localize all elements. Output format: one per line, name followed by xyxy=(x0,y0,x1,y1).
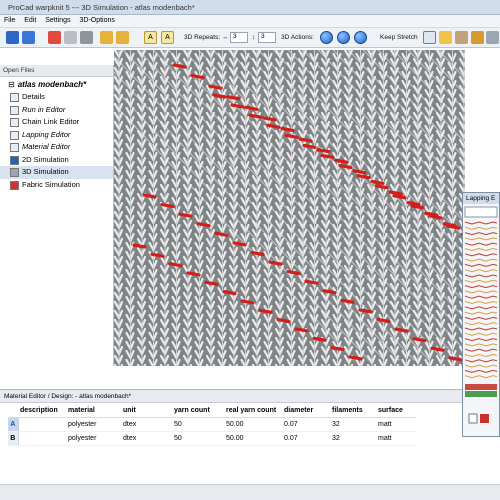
2d-simulation-icon xyxy=(10,155,19,165)
cell-surface[interactable]: matt xyxy=(376,431,416,446)
cell-material[interactable]: polyester xyxy=(66,417,121,432)
settings-icon[interactable] xyxy=(471,31,484,44)
row-id[interactable]: B xyxy=(8,431,19,446)
col-diameter[interactable]: diameter xyxy=(282,404,330,418)
material-table: description material unit yarn count rea… xyxy=(8,404,416,446)
cell-surface[interactable]: matt xyxy=(376,417,416,432)
tree-item-fabric-simulation[interactable]: Fabric Simulation xyxy=(0,179,113,192)
lapping-preview xyxy=(464,206,498,424)
actions-label: 3D Actions: xyxy=(281,34,314,41)
status-bar xyxy=(0,484,500,500)
col-yarn-count[interactable]: yarn count xyxy=(172,404,224,418)
open-files-header: Open Files xyxy=(0,65,113,77)
tree-item-2d-simulation[interactable]: 2D Simulation xyxy=(0,154,113,167)
col-unit[interactable]: unit xyxy=(121,404,172,418)
tree-root-file[interactable]: ⊟ atlas modenbach* xyxy=(0,77,113,91)
repeat-y-arrow-icon: ↕ xyxy=(252,34,256,41)
collapse-icon[interactable]: ⊟ xyxy=(8,80,15,89)
tree-item-chain-link-editor[interactable]: Chain Link Editor xyxy=(0,116,113,129)
menu-3d-options[interactable]: 3D-Options xyxy=(80,17,115,24)
repeat-y-input[interactable]: 3 xyxy=(258,32,276,43)
tree-item-lapping-editor[interactable]: Lapping Editor xyxy=(0,129,113,142)
cell-description[interactable] xyxy=(18,417,66,432)
material-editor-panel: Material Editor / Design: - atlas modenb… xyxy=(0,389,462,483)
export-icon[interactable] xyxy=(486,31,499,44)
repeat-x-input[interactable]: 3 xyxy=(230,32,248,43)
cell-unit[interactable]: dtex xyxy=(121,431,172,446)
cell-filaments[interactable]: 32 xyxy=(330,417,376,432)
tree-item-label: Lapping Editor xyxy=(22,129,71,139)
cell-real-yarn-count[interactable]: 50.00 xyxy=(224,431,282,446)
repeats-label: 3D Repeats: xyxy=(184,34,221,41)
save-icon[interactable] xyxy=(22,31,35,44)
details-icon xyxy=(10,93,19,102)
cell-filaments[interactable]: 32 xyxy=(330,431,376,446)
tree-item-label: Chain Link Editor xyxy=(22,117,80,126)
redo-icon[interactable] xyxy=(116,31,129,44)
tree-item-run-in-editor[interactable]: Run in Editor xyxy=(0,104,113,117)
cell-real-yarn-count[interactable]: 50.00 xyxy=(224,417,282,432)
material-editor-icon xyxy=(10,143,19,152)
3d-simulation-viewport[interactable] xyxy=(114,50,465,366)
lapping-editor-icon xyxy=(10,130,19,140)
open-files-panel: Open Files ⊟ atlas modenbach* Details Run… xyxy=(0,65,114,366)
tree-item-label: Material Editor xyxy=(22,142,71,151)
menu-edit[interactable]: Edit xyxy=(24,17,36,24)
table-row[interactable]: A polyester dtex 50 50.00 0.07 32 matt xyxy=(8,417,416,432)
fabric-simulation-icon xyxy=(10,180,19,190)
zoom-out-icon[interactable]: A xyxy=(161,31,174,44)
col-surface[interactable]: surface xyxy=(376,404,416,418)
menu-file[interactable]: File xyxy=(4,17,15,24)
action-rotate-icon[interactable] xyxy=(337,31,350,44)
table-row[interactable]: B polyester dtex 50 50.00 0.07 32 matt xyxy=(8,431,416,446)
run-in-editor-icon xyxy=(10,105,19,115)
close-file-icon[interactable] xyxy=(48,31,61,44)
chain-link-icon xyxy=(10,118,19,127)
action-reset-icon[interactable] xyxy=(354,31,367,44)
tree-item-label: Fabric Simulation xyxy=(22,179,80,189)
keep-stretch-label: Keep Stretch xyxy=(380,34,418,41)
tree-item-label: 2D Simulation xyxy=(22,154,69,164)
cell-diameter[interactable]: 0.07 xyxy=(282,417,330,432)
undo-icon[interactable] xyxy=(100,31,113,44)
knitted-fabric-render xyxy=(114,50,465,366)
toolbar: A A 3D Repeats: ↔ 3 ↕ 3 3D Actions: Keep… xyxy=(0,28,500,48)
print-icon[interactable] xyxy=(80,31,93,44)
tree-root-label: atlas modenbach* xyxy=(17,80,87,89)
menu-bar: File Edit Settings 3D-Options xyxy=(0,15,500,28)
lapping-editor-window[interactable]: Lapping E xyxy=(462,192,500,437)
tree-item-details[interactable]: Details xyxy=(0,91,113,104)
row-header-corner xyxy=(8,404,18,418)
cell-description[interactable] xyxy=(18,431,66,446)
col-description[interactable]: description xyxy=(18,404,66,418)
tree-item-label: 3D Simulation xyxy=(22,167,69,176)
tree-item-3d-simulation[interactable]: 3D Simulation xyxy=(0,166,113,179)
tree-item-label: Details xyxy=(22,92,45,101)
3d-simulation-icon xyxy=(10,168,19,177)
cell-yarn-count[interactable]: 50 xyxy=(172,431,224,446)
lapping-window-title: Lapping E xyxy=(463,193,499,204)
tree-item-material-editor[interactable]: Material Editor xyxy=(0,141,113,154)
light-icon[interactable] xyxy=(439,31,452,44)
cell-material[interactable]: polyester xyxy=(66,431,121,446)
cell-unit[interactable]: dtex xyxy=(121,417,172,432)
menu-settings[interactable]: Settings xyxy=(45,17,70,24)
window-title: ProCad warpknit 5 --- 3D Simulation - at… xyxy=(8,3,195,12)
frame-icon[interactable] xyxy=(423,31,436,44)
col-real-yarn-count[interactable]: real yarn count xyxy=(224,404,282,418)
cell-diameter[interactable]: 0.07 xyxy=(282,431,330,446)
action-play-icon[interactable] xyxy=(320,31,333,44)
open-file-icon[interactable] xyxy=(6,31,19,44)
print-preview-icon[interactable] xyxy=(64,31,77,44)
col-material[interactable]: material xyxy=(66,404,121,418)
col-filaments[interactable]: filaments xyxy=(330,404,376,418)
window-title-bar: ProCad warpknit 5 --- 3D Simulation - at… xyxy=(0,0,500,15)
row-id[interactable]: A xyxy=(8,417,19,432)
repeat-x-arrow-icon: ↔ xyxy=(222,34,229,41)
material-editor-title: Material Editor / Design: - atlas modenb… xyxy=(0,390,462,403)
texture-icon[interactable] xyxy=(455,31,468,44)
tree-item-label: Run in Editor xyxy=(22,104,66,114)
cell-yarn-count[interactable]: 50 xyxy=(172,417,224,432)
zoom-in-icon[interactable]: A xyxy=(144,31,157,44)
